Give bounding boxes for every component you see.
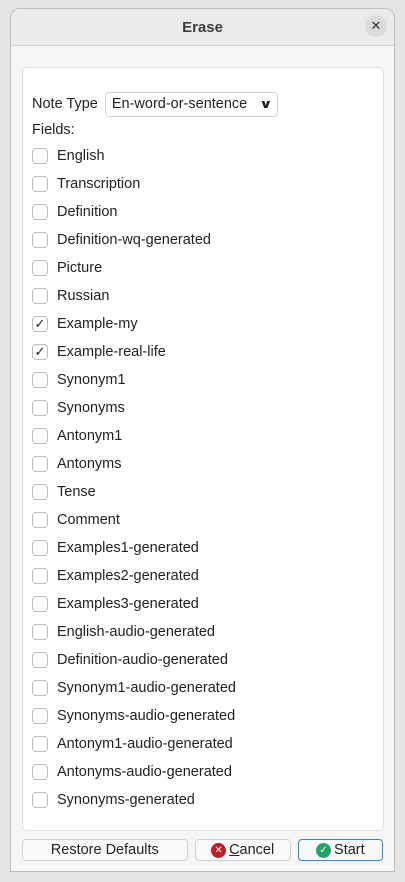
field-label: Synonyms [57,400,125,416]
field-checkbox-row[interactable]: Synonym1 [32,366,383,394]
field-label: Definition [57,204,118,220]
note-type-select[interactable]: En-word-or-sentence ∨ [104,91,278,117]
field-label: Synonym1-audio-generated [57,680,236,696]
field-checkbox-row[interactable]: Tense [32,478,383,506]
field-checkbox-row[interactable]: Russian [32,282,383,310]
field-checkbox-row[interactable]: Comment [32,506,383,534]
checkbox[interactable]: ✓ [32,344,48,360]
checkbox[interactable] [32,624,48,640]
field-checkbox-row[interactable]: Antonyms [32,450,383,478]
start-button[interactable]: ✓ Start [297,839,383,861]
field-checkbox-row[interactable]: Antonym1-audio-generated [32,730,383,758]
check-icon: ✓ [316,842,332,858]
field-label: Comment [57,512,120,528]
field-checkbox-row[interactable]: Examples2-generated [32,562,383,590]
fields-label: Fields: [32,122,75,138]
dialog-title: Erase [182,18,223,36]
field-checkbox-row[interactable]: Antonyms-audio-generated [32,758,383,786]
checkbox[interactable] [32,372,48,388]
field-label: Examples2-generated [57,568,199,584]
options-panel: Note Type En-word-or-sentence ∨ Fields: … [22,67,384,831]
field-checkbox-row[interactable]: Definition [32,198,383,226]
field-label: Antonyms-audio-generated [57,764,232,780]
checkbox[interactable] [32,288,48,304]
field-label: Antonym1 [57,428,123,444]
field-checkbox-row[interactable]: ✓ Example-my [32,310,383,338]
field-label: Definition-audio-generated [57,652,228,668]
field-checkbox-row[interactable]: Synonym1-audio-generated [32,674,383,702]
note-type-value: En-word-or-sentence [111,96,248,112]
field-label: Antonym1-audio-generated [57,736,233,752]
field-checkbox-row[interactable]: Synonyms [32,394,383,422]
checkbox[interactable] [32,568,48,584]
checkbox[interactable] [32,680,48,696]
cancel-icon: ✕ [211,842,227,858]
field-label: Synonyms-audio-generated [57,708,236,724]
checkbox[interactable]: ✓ [32,316,48,332]
checkbox[interactable] [32,176,48,192]
fields-list: English Transcription Definition Definition… [32,142,383,814]
cancel-button[interactable]: ✕ Cancel [194,839,291,861]
field-checkbox-row[interactable]: Picture [32,254,383,282]
field-label: Definition-wq-generated [57,232,211,248]
field-label: Examples3-generated [57,596,199,612]
checkbox[interactable] [32,540,48,556]
cancel-label: Cancel [229,842,275,858]
field-label: Examples1-generated [57,540,199,556]
field-label: Transcription [57,176,141,192]
field-checkbox-row[interactable]: Examples1-generated [32,534,383,562]
field-checkbox-row[interactable]: Definition-audio-generated [32,646,383,674]
field-label: Tense [57,484,96,500]
field-checkbox-row[interactable]: ✓ Example-real-life [32,338,383,366]
title-bar: Erase ✕ [11,9,394,46]
field-checkbox-row[interactable]: Examples3-generated [32,590,383,618]
checkbox[interactable] [32,764,48,780]
checkbox[interactable] [32,512,48,528]
field-label: English-audio-generated [57,624,215,640]
field-checkbox-row[interactable]: Definition-wq-generated [32,226,383,254]
field-label: Example-my [57,316,138,332]
checkbox[interactable] [32,792,48,808]
checkbox[interactable] [32,204,48,220]
field-label: Russian [57,288,110,304]
restore-defaults-button[interactable]: Restore Defaults [22,839,188,861]
field-label: Picture [57,260,103,276]
field-checkbox-row[interactable]: English [32,142,383,170]
field-label: Synonym1 [57,372,126,388]
start-label: Start [334,842,365,858]
checkbox[interactable] [32,652,48,668]
field-checkbox-row[interactable]: Synonyms-generated [32,786,383,814]
field-checkbox-row[interactable]: Synonyms-audio-generated [32,702,383,730]
field-label: Synonyms-generated [57,792,195,808]
field-checkbox-row[interactable]: Transcription [32,170,383,198]
checkbox[interactable] [32,260,48,276]
field-checkbox-row[interactable]: English-audio-generated [32,618,383,646]
checkbox[interactable] [32,428,48,444]
checkbox[interactable] [32,400,48,416]
checkbox[interactable] [32,596,48,612]
field-label: Example-real-life [57,344,166,360]
checkbox[interactable] [32,232,48,248]
chevron-down-icon: ∨ [259,97,273,111]
checkbox[interactable] [32,456,48,472]
restore-defaults-label: Restore Defaults [50,842,159,858]
close-icon[interactable]: ✕ [365,15,387,37]
erase-dialog: Erase ✕ Note Type En-word-or-sentence ∨ … [10,8,395,872]
checkbox[interactable] [32,148,48,164]
field-label: Antonyms [57,456,122,472]
checkbox[interactable] [32,708,48,724]
field-checkbox-row[interactable]: Antonym1 [32,422,383,450]
checkbox[interactable] [32,484,48,500]
note-type-label: Note Type [32,96,98,112]
field-label: English [57,148,105,164]
checkbox[interactable] [32,736,48,752]
